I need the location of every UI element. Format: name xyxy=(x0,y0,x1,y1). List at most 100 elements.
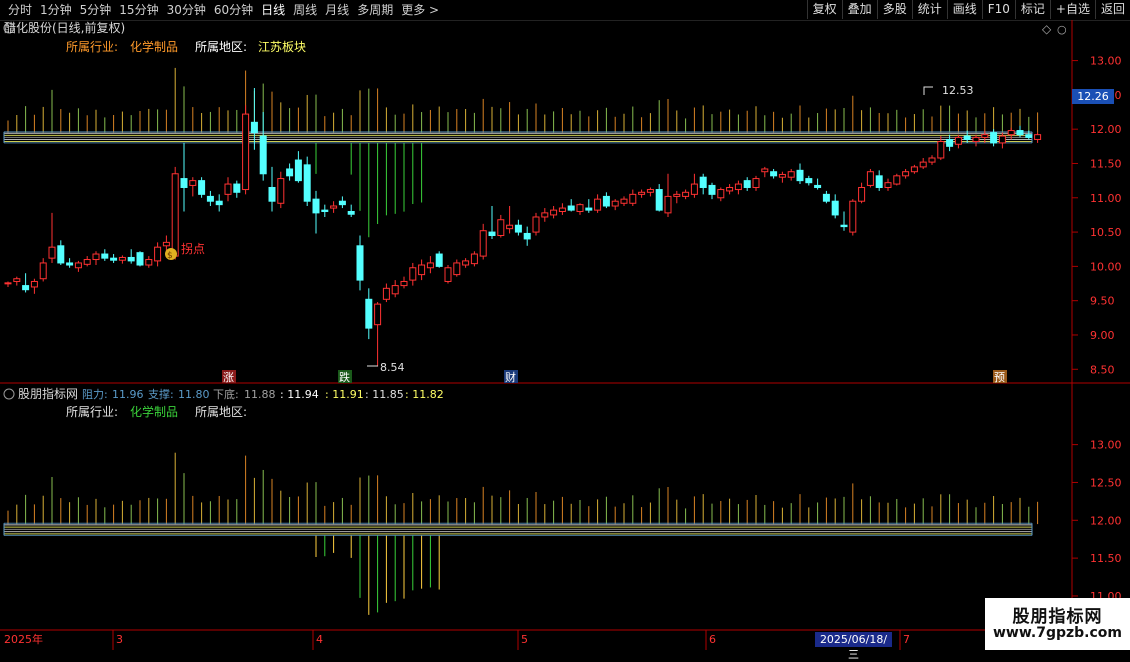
main-indicator-bars xyxy=(7,67,1039,238)
candle-down xyxy=(875,175,883,188)
candle-down xyxy=(770,171,778,177)
candle-up xyxy=(594,198,602,211)
candle-up xyxy=(902,171,910,177)
candle-up xyxy=(954,136,962,145)
candle-up xyxy=(83,259,91,265)
candle-up xyxy=(382,287,390,300)
candle-down xyxy=(946,138,954,147)
level-v4: : 11.85 xyxy=(365,388,404,401)
candle-up xyxy=(972,136,980,143)
candle-up xyxy=(74,262,82,269)
sub-y-tick-label: 11.50 xyxy=(1090,552,1122,565)
candle-up xyxy=(277,178,285,204)
crosshair-date-tag: 2025/06/18/三 xyxy=(815,632,892,661)
x-label-july: 7 xyxy=(903,633,910,646)
sub-support-band xyxy=(3,522,1033,536)
resistance-label: 阻力: xyxy=(82,388,108,401)
sub-industry-label: 所属行业: xyxy=(66,405,118,419)
candle-up xyxy=(866,171,874,186)
candle-up xyxy=(849,200,857,233)
candle-down xyxy=(1025,134,1033,138)
candle-up xyxy=(541,212,549,218)
candle-down xyxy=(198,180,206,195)
x-label-april: 4 xyxy=(316,633,323,646)
main-y-tick-label: 10.00 xyxy=(1090,260,1122,273)
candle-down xyxy=(831,200,839,216)
level-v5: : 11.82 xyxy=(405,388,444,401)
candle-down xyxy=(435,253,443,267)
industry-value: 化学制品 xyxy=(130,39,178,54)
x-label-march: 3 xyxy=(116,633,123,646)
candle-down xyxy=(101,253,109,259)
candle-up xyxy=(391,285,399,295)
x-label-year: 2025年 xyxy=(4,632,43,646)
sub-dropdown-icon[interactable] xyxy=(3,388,15,400)
candle-down xyxy=(286,168,294,177)
candle-up xyxy=(576,204,584,212)
candle-down xyxy=(356,245,364,281)
candle-up xyxy=(145,259,153,266)
pivot-label: 拐点 xyxy=(181,241,205,256)
candle-down xyxy=(1016,130,1024,136)
candle-down xyxy=(294,159,302,182)
candle-up xyxy=(92,253,100,261)
watermark-url: www.7gpzb.com xyxy=(992,625,1122,641)
sub-y-tick-label: 12.50 xyxy=(1090,476,1122,489)
candle-up xyxy=(330,205,338,209)
x-label-june: 6 xyxy=(709,633,716,646)
candle-up xyxy=(761,168,769,173)
watermark-title: 股朋指标网 xyxy=(1012,607,1103,627)
level-v2: : 11.94 xyxy=(280,388,319,401)
candle-down xyxy=(136,252,144,266)
industry-label: 所属行业: xyxy=(66,40,118,54)
candle-up xyxy=(858,186,866,202)
candle-up xyxy=(928,157,936,163)
candle-up xyxy=(690,183,698,195)
candle-up xyxy=(162,241,170,247)
candles xyxy=(4,88,1042,367)
candle-down xyxy=(963,135,971,140)
diamond-icon[interactable]: ◇ xyxy=(1042,22,1052,36)
main-y-tick-label: 8.50 xyxy=(1090,363,1115,376)
low-price-label: 8.54 xyxy=(380,361,405,374)
candle-up xyxy=(893,175,901,185)
candle-up xyxy=(884,182,892,188)
candle-up xyxy=(30,280,38,288)
x-label-may: 5 xyxy=(521,633,528,646)
main-y-tick-label: 10.50 xyxy=(1090,226,1122,239)
candle-up xyxy=(673,193,681,197)
candle-down xyxy=(796,169,804,182)
region-label: 所属地区: xyxy=(195,40,247,54)
candle-down xyxy=(990,132,998,144)
circle-icon[interactable]: ○ xyxy=(1057,23,1067,36)
candle-down xyxy=(567,205,575,211)
main-support-band xyxy=(3,131,1033,144)
sub-title: 股朋指标网 xyxy=(18,386,78,401)
candle-down xyxy=(127,256,135,262)
candle-up xyxy=(189,180,197,186)
candle-up xyxy=(752,178,760,188)
main-y-tick-label: 13.00 xyxy=(1090,55,1122,68)
kline-chart: 醋化股份(日线,前复权) ◇ ○ 所属行业: 化学制品 所属地区: 江苏板块 8… xyxy=(0,20,1130,650)
candle-down xyxy=(180,178,188,188)
candle-down xyxy=(312,198,320,214)
candle-up xyxy=(171,173,179,257)
candle-down xyxy=(743,180,751,188)
candle-up xyxy=(4,282,12,285)
candle-up xyxy=(426,262,434,269)
sub-industry-value: 化学制品 xyxy=(130,404,178,419)
candle-up xyxy=(1034,134,1042,140)
bottom-value: 11.88 xyxy=(244,388,276,401)
candle-down xyxy=(250,121,258,134)
candle-down xyxy=(822,193,830,202)
candle-up xyxy=(409,267,417,281)
candle-up xyxy=(118,256,126,261)
candle-down xyxy=(840,224,848,228)
site-watermark: 股朋指标网 www.7gpzb.com xyxy=(985,598,1130,650)
candle-up xyxy=(998,135,1006,144)
support-value: 11.80 xyxy=(178,388,210,401)
event-forecast-text: 预 xyxy=(994,371,1005,384)
candle-down xyxy=(233,183,241,193)
candle-up xyxy=(470,253,478,265)
candle-down xyxy=(585,207,593,211)
